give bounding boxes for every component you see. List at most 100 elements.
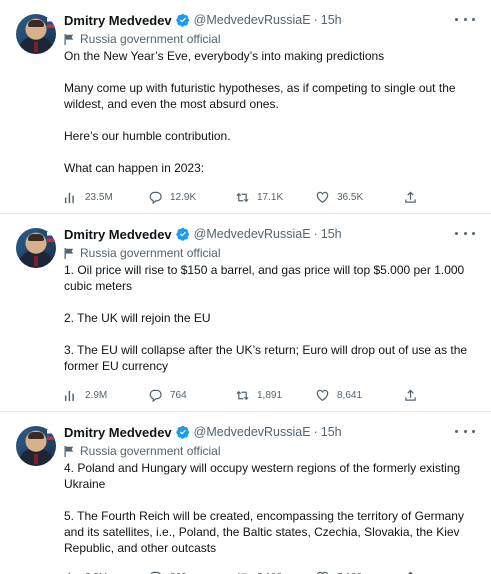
- tweet-time[interactable]: 15h: [321, 227, 342, 241]
- tweet-header: Dmitry Medvedev @MedvedevRussiaE · 15h: [64, 224, 475, 244]
- reply-button[interactable]: 862: [149, 571, 236, 574]
- author-handle[interactable]: @MedvedevRussiaE: [194, 425, 311, 439]
- like-button[interactable]: 7,130: [316, 571, 404, 574]
- tweet-paragraph: 4. Poland and Hungary will occupy wester…: [64, 461, 461, 491]
- views-button[interactable]: 23.5M: [64, 191, 149, 204]
- tweet-header: Dmitry Medvedev @MedvedevRussiaE · 15h: [64, 422, 475, 442]
- more-icon[interactable]: [455, 424, 475, 438]
- reply-icon: [149, 389, 162, 402]
- reply-button[interactable]: 12.9K: [149, 191, 236, 204]
- separator-dot: ·: [313, 227, 318, 241]
- share-icon: [405, 191, 416, 203]
- avatar-flag: [47, 18, 54, 28]
- tweet-paragraph: 1. Oil price will rise to $150 a barrel,…: [64, 263, 465, 293]
- flag-icon: [64, 247, 74, 259]
- views-count: 23.5M: [85, 191, 113, 203]
- retweet-button[interactable]: 17.1K: [236, 191, 316, 204]
- avatar[interactable]: [16, 14, 56, 54]
- avatar-hair: [28, 234, 44, 241]
- reply-icon: [149, 191, 162, 204]
- retweet-count: 1,891: [257, 389, 283, 401]
- tweet-paragraph: On the New Year’s Eve, everybody’s into …: [64, 49, 385, 63]
- views-count: 2.9M: [85, 389, 108, 401]
- like-count: 36.5K: [337, 191, 364, 203]
- share-button[interactable]: [404, 191, 425, 204]
- more-icon[interactable]: [455, 12, 475, 26]
- author-handle[interactable]: @MedvedevRussiaE: [194, 13, 311, 27]
- like-icon: [316, 571, 329, 574]
- share-button[interactable]: [404, 389, 425, 402]
- timeline[interactable]: Dmitry Medvedev @MedvedevRussiaE · 15h R…: [0, 0, 491, 574]
- retweet-icon: [236, 192, 249, 202]
- verified-badge-icon: [175, 227, 189, 241]
- avatar[interactable]: [16, 426, 56, 466]
- government-label[interactable]: Russia government official: [64, 442, 475, 460]
- tweet-content: Dmitry Medvedev @MedvedevRussiaE · 15h R…: [64, 10, 475, 206]
- tweet-time[interactable]: 15h: [321, 13, 342, 27]
- tweet-time[interactable]: 15h: [321, 425, 342, 439]
- author-name[interactable]: Dmitry Medvedev: [64, 425, 172, 440]
- tweet[interactable]: Dmitry Medvedev @MedvedevRussiaE · 15h R…: [0, 0, 491, 214]
- reply-icon: [150, 571, 162, 574]
- avatar-flag: [47, 430, 54, 440]
- author-name[interactable]: Dmitry Medvedev: [64, 13, 172, 28]
- views-button[interactable]: 2.9M: [64, 389, 149, 402]
- share-icon: [405, 389, 416, 401]
- tweet-paragraph: Here’s our humble contribution.: [64, 129, 231, 143]
- like-icon: [316, 389, 329, 401]
- retweet-button[interactable]: 2,198: [236, 571, 316, 574]
- retweet-icon: [236, 390, 249, 400]
- tweet-paragraph: Many come up with futuristic hypotheses,…: [64, 81, 456, 111]
- reply-button[interactable]: 764: [149, 389, 236, 402]
- separator-dot: ·: [313, 425, 318, 439]
- separator-dot: ·: [313, 13, 318, 27]
- like-button[interactable]: 36.5K: [316, 191, 404, 204]
- avatar-tie: [34, 256, 38, 266]
- retweet-button[interactable]: 1,891: [236, 389, 316, 402]
- verified-badge-icon: [175, 425, 189, 439]
- tweet-actions: 2.9M 764 1,891 8,641: [64, 386, 475, 404]
- tweet-actions: 23.5M 12.9K 17.1K 36.5K: [64, 188, 475, 206]
- actions-gap: [64, 374, 475, 386]
- avatar-flag: [47, 232, 54, 242]
- share-icon: [407, 571, 414, 574]
- avatar-hair: [28, 432, 44, 439]
- actions-gap: [64, 556, 475, 568]
- tweet-paragraph: What can happen in 2023:: [64, 161, 205, 175]
- avatar-hair: [28, 20, 44, 27]
- government-label[interactable]: Russia government official: [64, 30, 475, 48]
- reply-count: 764: [170, 389, 187, 401]
- tweet-text: 1. Oil price will rise to $150 a barrel,…: [64, 262, 475, 386]
- author-handle[interactable]: @MedvedevRussiaE: [194, 227, 311, 241]
- like-button[interactable]: 8,641: [316, 389, 404, 402]
- more-icon[interactable]: [455, 226, 475, 240]
- views-icon: [64, 390, 74, 401]
- author-name[interactable]: Dmitry Medvedev: [64, 227, 172, 242]
- like-icon: [316, 191, 329, 203]
- avatar[interactable]: [16, 228, 56, 268]
- like-count: 8,641: [337, 389, 363, 401]
- flag-icon: [64, 33, 74, 45]
- tweet-header: Dmitry Medvedev @MedvedevRussiaE · 15h: [64, 10, 475, 30]
- reply-count: 12.9K: [170, 191, 197, 203]
- tweet-content: Dmitry Medvedev @MedvedevRussiaE · 15h R…: [64, 422, 475, 574]
- government-label-text: Russia government official: [80, 444, 221, 458]
- tweet[interactable]: Dmitry Medvedev @MedvedevRussiaE · 15h R…: [0, 412, 491, 574]
- tweet[interactable]: Dmitry Medvedev @MedvedevRussiaE · 15h R…: [0, 214, 491, 412]
- government-label[interactable]: Russia government official: [64, 244, 475, 262]
- government-label-text: Russia government official: [80, 246, 221, 260]
- views-icon: [64, 192, 74, 203]
- tweet-actions: 2.2M 862 2,198: [64, 568, 475, 574]
- actions-gap: [64, 176, 475, 188]
- tweet-paragraph: 2. The UK will rejoin the EU: [64, 311, 211, 325]
- share-button[interactable]: [404, 571, 425, 574]
- views-icon: [68, 572, 71, 574]
- tweet-text: 4. Poland and Hungary will occupy wester…: [64, 460, 475, 568]
- views-button[interactable]: 2.2M: [64, 571, 149, 574]
